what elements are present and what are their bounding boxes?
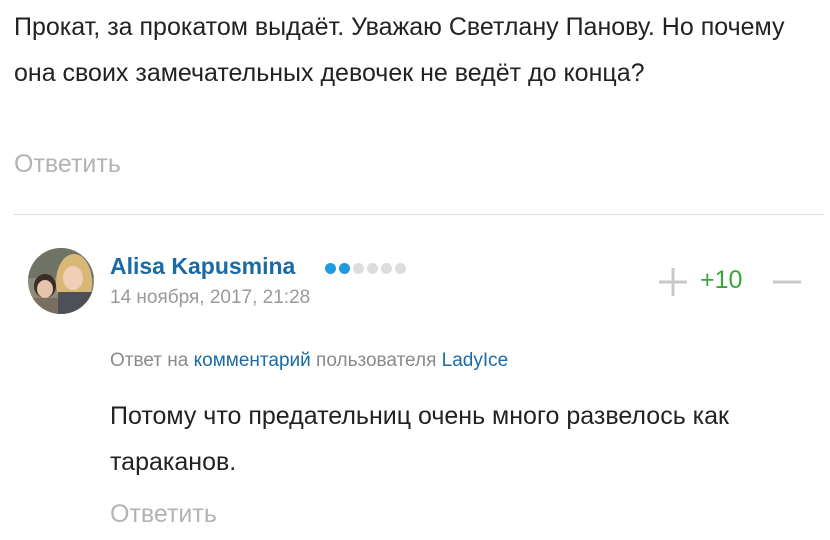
- plus-icon: [659, 268, 687, 296]
- rating-dot: [325, 263, 336, 274]
- comment-author-name[interactable]: Alisa Kapusmina: [110, 253, 295, 280]
- comment-text: Потому что предательниц очень много разв…: [110, 402, 729, 476]
- comment-score: +10: [700, 266, 743, 294]
- reply-to-comment-link[interactable]: комментарий: [194, 350, 311, 371]
- comment-reply-label[interactable]: Ответить: [110, 500, 217, 529]
- vote-up-button[interactable]: [656, 265, 690, 299]
- rating-dot: [339, 263, 350, 274]
- reply-to-line: Ответ на комментарий пользователя LadyIc…: [110, 350, 508, 372]
- reply-to-middle: пользователя: [310, 350, 442, 371]
- avatar-image: [28, 248, 94, 314]
- comment-reply-button[interactable]: Ответить: [110, 500, 217, 529]
- reply-to-user-link[interactable]: LadyIce: [442, 350, 509, 371]
- rating-dot: [353, 263, 364, 274]
- previous-comment: Прокат, за прокатом выдаёт. Уважаю Светл…: [14, 4, 820, 96]
- avatar[interactable]: [28, 248, 94, 314]
- comment-date: 14 ноября, 2017, 21:28: [110, 287, 311, 308]
- minus-icon: [773, 280, 801, 284]
- rating-dot: [395, 263, 406, 274]
- reply-to-prefix: Ответ на: [110, 350, 194, 371]
- author-rating-dots: [325, 263, 406, 274]
- rating-dot: [381, 263, 392, 274]
- rating-dot: [367, 263, 378, 274]
- previous-comment-reply-button[interactable]: Ответить: [14, 150, 121, 179]
- previous-reply-label[interactable]: Ответить: [14, 150, 121, 179]
- vote-down-button[interactable]: [770, 265, 804, 299]
- comment-divider: [14, 214, 824, 215]
- previous-comment-text: Прокат, за прокатом выдаёт. Уважаю Светл…: [14, 13, 785, 87]
